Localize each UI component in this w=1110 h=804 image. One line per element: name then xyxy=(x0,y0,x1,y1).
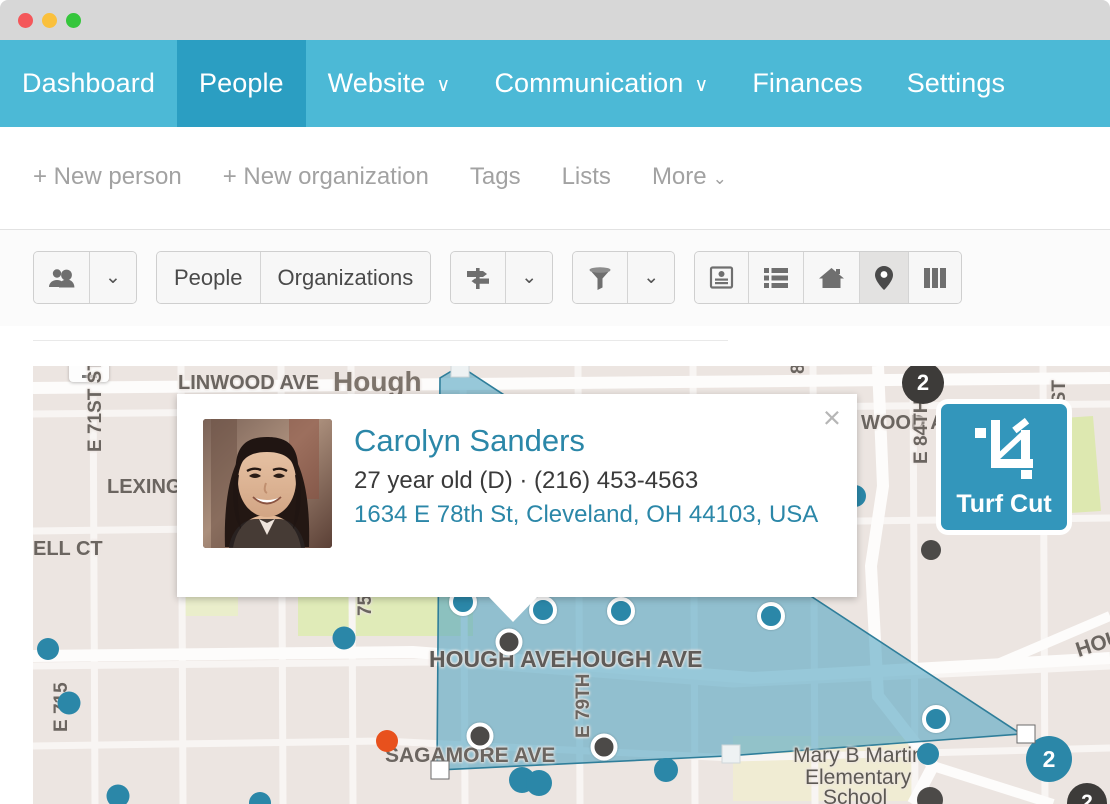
map-marker-highlight[interactable] xyxy=(376,730,398,752)
lists-link[interactable]: Lists xyxy=(562,163,611,191)
popup-tail xyxy=(487,595,539,622)
tags-link[interactable]: Tags xyxy=(470,163,521,191)
main-navigation: Dashboard People Website ∨ Communication… xyxy=(0,40,1110,127)
funnel-icon xyxy=(587,265,613,291)
map-marker[interactable] xyxy=(921,540,941,560)
list-view-button[interactable] xyxy=(749,252,804,303)
more-label: More xyxy=(652,163,707,190)
nav-item-website[interactable]: Website ∨ xyxy=(306,40,473,127)
users-icon xyxy=(48,268,75,288)
person-name-link[interactable]: Carolyn Sanders xyxy=(354,423,818,459)
users-dropdown-button[interactable] xyxy=(34,252,90,303)
audience-caret-button[interactable]: ⌄ xyxy=(90,252,136,303)
minimize-window-icon[interactable] xyxy=(42,13,57,28)
avatar xyxy=(203,419,332,548)
map-marker[interactable] xyxy=(467,723,494,750)
window-titlebar xyxy=(0,0,1110,40)
turf-cut-button[interactable]: Turf Cut xyxy=(936,399,1072,535)
filter-group: ⌄ xyxy=(572,251,675,304)
polygon-vertex-handle[interactable] xyxy=(431,761,450,780)
columns-icon xyxy=(923,267,947,289)
nav-label-communication: Communication xyxy=(494,68,683,99)
map-marker[interactable] xyxy=(757,602,785,630)
cluster-count: 2 xyxy=(1043,746,1056,773)
action-bar-divider xyxy=(33,340,728,341)
cluster-count: 2 xyxy=(1081,791,1093,804)
person-address-link[interactable]: 1634 E 78th St, Cleveland, OH 44103, USA xyxy=(354,501,818,529)
map-zoom-out-button[interactable] xyxy=(69,366,109,382)
turf-cut-label: Turf Cut xyxy=(956,490,1051,519)
map-marker[interactable] xyxy=(922,705,950,733)
chevron-down-icon: ∨ xyxy=(436,76,450,95)
map-marker[interactable] xyxy=(333,627,356,650)
chevron-down-icon: ⌄ xyxy=(713,169,727,188)
cluster-count: 2 xyxy=(917,370,929,396)
entity-type-segmented-control: People Organizations xyxy=(156,251,431,304)
crop-icon xyxy=(969,416,1039,482)
nav-item-communication[interactable]: Communication ∨ xyxy=(472,40,730,127)
polygon-vertex-handle[interactable] xyxy=(722,745,741,764)
map-marker[interactable] xyxy=(607,597,635,625)
person-meta: 27 year old (D) · (216) 453-4563 xyxy=(354,467,818,495)
map-marker[interactable] xyxy=(526,770,552,796)
chevron-down-icon: ⌄ xyxy=(521,266,537,289)
nav-item-settings[interactable]: Settings xyxy=(885,40,1027,127)
app-window: Dashboard People Website ∨ Communication… xyxy=(0,0,1110,804)
contact-card-view-button[interactable] xyxy=(695,252,749,303)
nav-label-settings: Settings xyxy=(907,68,1005,99)
close-popup-icon[interactable]: × xyxy=(823,402,841,433)
map-marker[interactable] xyxy=(58,692,81,715)
chevron-down-icon: ⌄ xyxy=(105,266,121,289)
map-marker[interactable] xyxy=(496,629,523,656)
map-marker[interactable] xyxy=(917,743,939,765)
polygon-vertex-handle[interactable] xyxy=(1017,725,1036,744)
map-marker[interactable] xyxy=(654,758,678,782)
map-view-button[interactable] xyxy=(860,252,909,303)
house-icon xyxy=(818,266,845,290)
close-window-icon[interactable] xyxy=(18,13,33,28)
signpost-button[interactable] xyxy=(451,252,506,303)
action-links-bar: + New person + New organization Tags Lis… xyxy=(0,127,1110,229)
maximize-window-icon[interactable] xyxy=(66,13,81,28)
nav-label-finances: Finances xyxy=(752,68,862,99)
view-toolbar: ⌄ People Organizations xyxy=(0,230,1110,326)
filter-caret-button[interactable]: ⌄ xyxy=(628,252,674,303)
signpost-group: ⌄ xyxy=(450,251,553,304)
nav-label-dashboard: Dashboard xyxy=(22,68,155,99)
segment-people-label: People xyxy=(174,265,243,291)
nav-label-people: People xyxy=(199,68,284,99)
audience-selector-group: ⌄ xyxy=(33,251,137,304)
nav-item-dashboard[interactable]: Dashboard xyxy=(0,40,177,127)
new-person-link[interactable]: + New person xyxy=(33,163,182,191)
window-left-margin xyxy=(0,366,33,804)
chevron-down-icon: ⌄ xyxy=(643,266,659,289)
segment-organizations-label: Organizations xyxy=(278,265,414,291)
map-marker[interactable] xyxy=(591,734,618,761)
minus-icon xyxy=(82,375,97,378)
nav-label-website: Website xyxy=(328,68,426,99)
signpost-icon xyxy=(465,265,491,291)
nav-item-finances[interactable]: Finances xyxy=(730,40,884,127)
list-icon xyxy=(763,267,789,289)
map-marker[interactable] xyxy=(107,785,130,804)
new-organization-link[interactable]: + New organization xyxy=(223,163,429,191)
columns-view-button[interactable] xyxy=(909,252,961,303)
person-photo xyxy=(203,419,332,548)
segment-organizations[interactable]: Organizations xyxy=(261,252,431,303)
signpost-caret-button[interactable]: ⌄ xyxy=(506,252,552,303)
more-link[interactable]: More ⌄ xyxy=(652,163,727,191)
nav-item-people[interactable]: People xyxy=(177,40,306,127)
contact-card-icon xyxy=(709,265,734,290)
house-view-button[interactable] xyxy=(804,252,860,303)
polygon-vertex-handle[interactable] xyxy=(451,366,470,378)
person-info-popup: × xyxy=(177,394,857,597)
map-pin-icon xyxy=(874,265,894,291)
traffic-light-group xyxy=(18,13,81,28)
map-marker[interactable] xyxy=(37,638,59,660)
view-switcher-group xyxy=(694,251,962,304)
chevron-down-icon: ∨ xyxy=(694,76,708,95)
filter-button[interactable] xyxy=(573,252,628,303)
segment-people[interactable]: People xyxy=(157,252,261,303)
